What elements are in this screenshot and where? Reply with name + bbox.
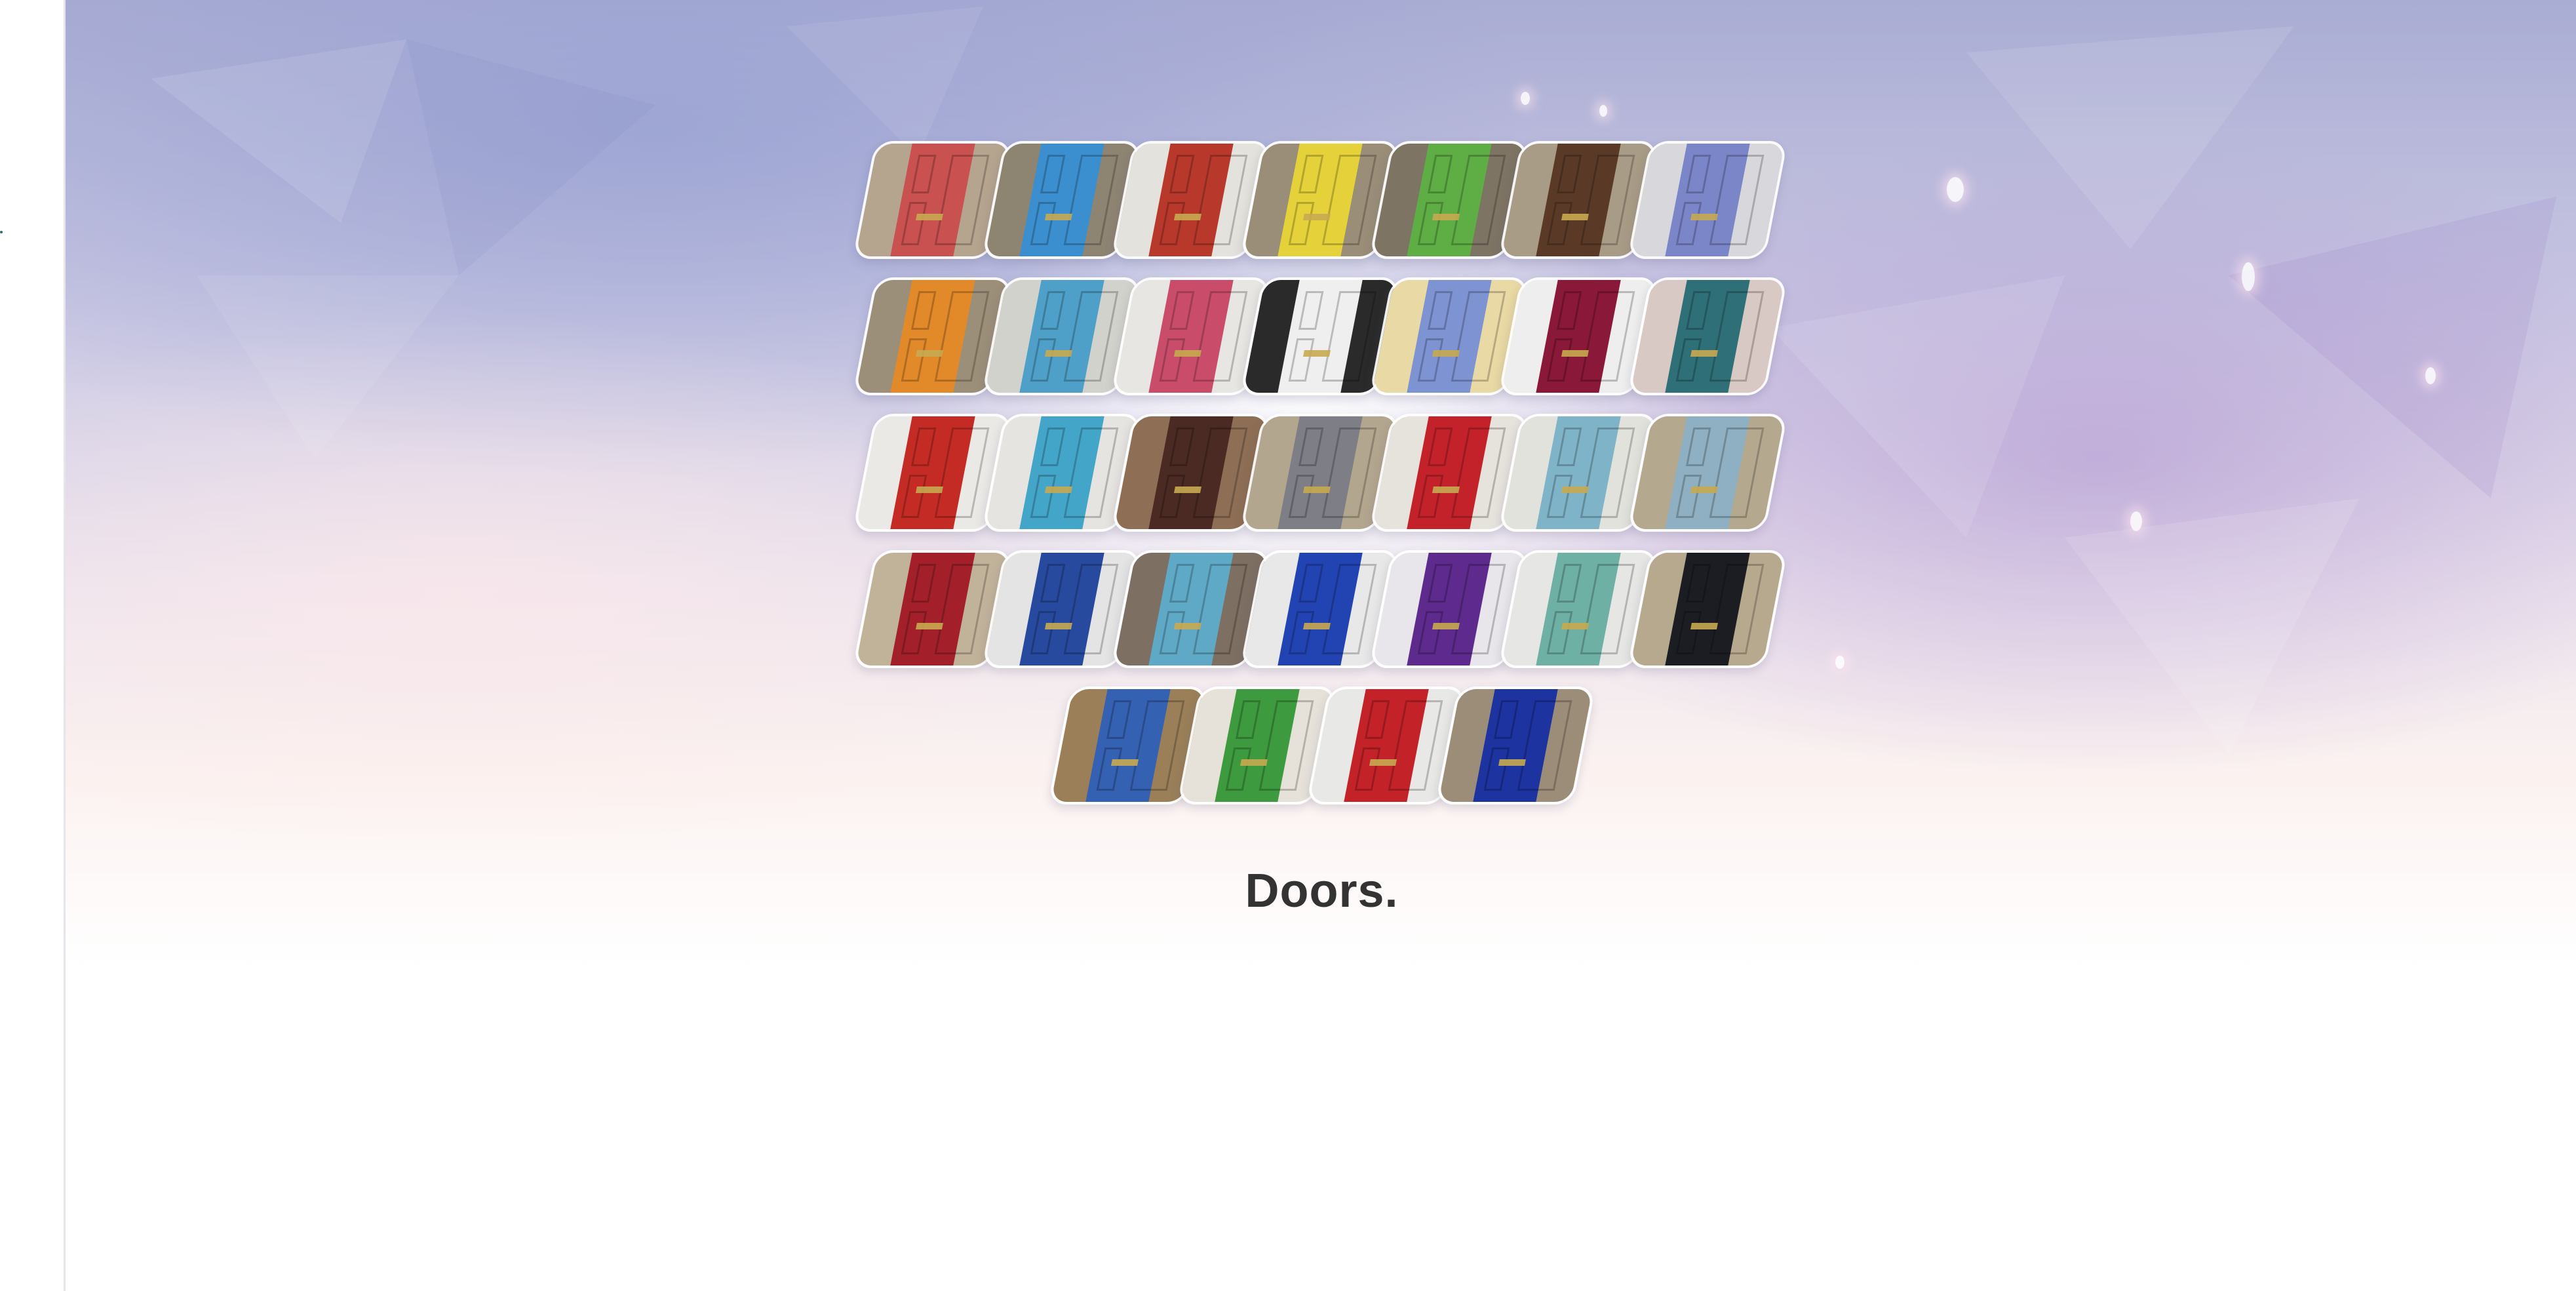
letterbox-icon: [1044, 486, 1073, 493]
letterbox-icon: [1044, 213, 1073, 220]
letterbox-icon: [915, 213, 944, 220]
letterbox-icon: [1432, 622, 1460, 629]
letterbox-icon: [1044, 622, 1073, 629]
letterbox-icon: [1690, 486, 1719, 493]
letterbox-icon: [1173, 349, 1202, 357]
letterbox-icon: [1561, 213, 1590, 220]
letterbox-icon: [1690, 622, 1719, 629]
letterbox-icon: [1369, 759, 1397, 766]
letterbox-icon: [1044, 349, 1073, 357]
door-lavender[interactable]: [1627, 141, 1788, 259]
letterbox-icon: [1173, 622, 1202, 629]
letterbox-icon: [915, 622, 944, 629]
letterbox-icon: [1302, 213, 1331, 220]
letterbox-icon: [1690, 349, 1719, 357]
letterbox-icon: [1561, 349, 1590, 357]
letterbox-icon: [1110, 759, 1139, 766]
letterbox-icon: [1432, 349, 1460, 357]
letterbox-icon: [1302, 349, 1331, 357]
door-slate-blue[interactable]: [1627, 414, 1788, 532]
door-black[interactable]: [1627, 550, 1788, 668]
letterbox-icon: [1239, 759, 1268, 766]
doors-page: Doors.: [64, 0, 2576, 1291]
letterbox-icon: [1302, 486, 1331, 493]
letterbox-icon: [1173, 486, 1202, 493]
door-teal[interactable]: [1627, 277, 1788, 395]
letterbox-icon: [1690, 213, 1719, 220]
door-ultramarine[interactable]: [1435, 686, 1596, 804]
letterbox-icon: [1561, 622, 1590, 629]
letterbox-icon: [1302, 622, 1331, 629]
letterbox-icon: [1173, 213, 1202, 220]
letterbox-icon: [1498, 759, 1527, 766]
letterbox-icon: [1561, 486, 1590, 493]
letterbox-icon: [1432, 486, 1460, 493]
letterbox-icon: [915, 349, 944, 357]
letterbox-icon: [1432, 213, 1460, 220]
door-photo-grid: [66, 0, 2576, 852]
letterbox-icon: [915, 486, 944, 493]
page-title: Doors.: [1245, 865, 1399, 917]
window-edge-dot: [0, 231, 3, 233]
